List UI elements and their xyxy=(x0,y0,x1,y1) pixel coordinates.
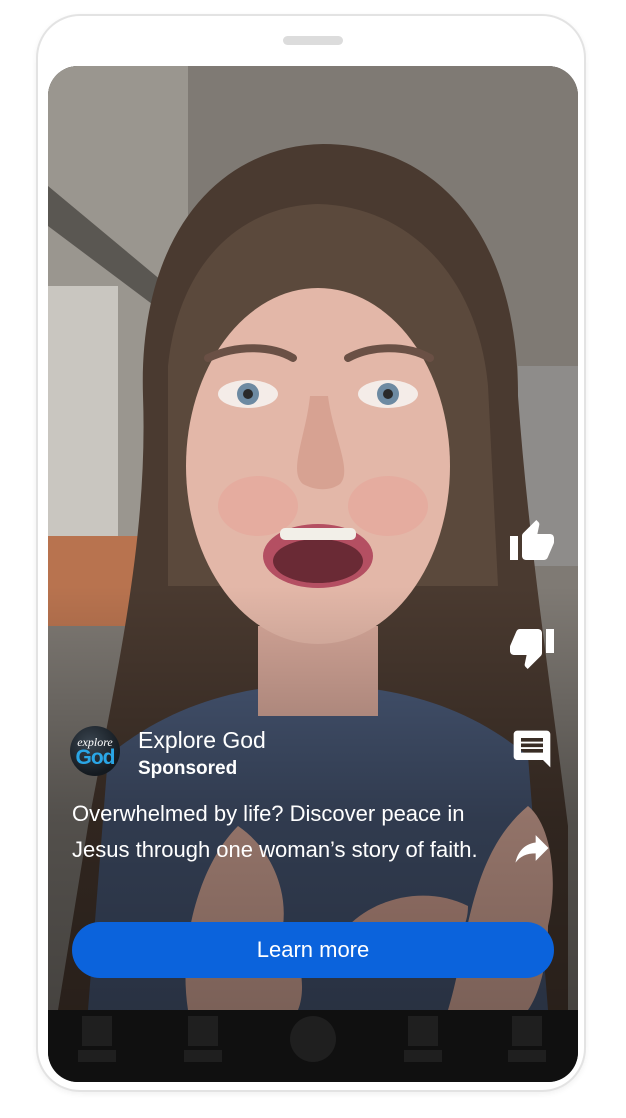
nav-item-5[interactable] xyxy=(508,1016,546,1062)
nav-placeholder-icon xyxy=(512,1016,542,1046)
nav-create-button[interactable] xyxy=(290,1016,336,1062)
nav-placeholder-label xyxy=(184,1050,222,1062)
dislike-button[interactable] xyxy=(506,621,558,673)
nav-item-1[interactable] xyxy=(78,1016,116,1062)
nav-placeholder-icon xyxy=(408,1016,438,1046)
channel-name[interactable]: Explore God xyxy=(138,726,266,754)
nav-placeholder-label xyxy=(78,1050,116,1062)
phone-frame: explore God Explore God Sponsored Overwh… xyxy=(36,14,586,1092)
thumbs-up-icon xyxy=(510,520,554,560)
ad-description: Overwhelmed by life? Discover peace in J… xyxy=(72,801,478,862)
shorts-screen: explore God Explore God Sponsored Overwh… xyxy=(48,66,578,1082)
share-icon xyxy=(515,835,549,863)
like-button[interactable] xyxy=(506,516,558,568)
avatar-logo-bottom: God xyxy=(75,746,116,769)
nav-placeholder-icon xyxy=(188,1016,218,1046)
phone-speaker xyxy=(283,36,343,45)
thumbs-down-icon xyxy=(510,629,554,669)
comment-icon xyxy=(513,730,551,768)
channel-info: explore God Explore God Sponsored xyxy=(70,722,470,782)
video-player[interactable] xyxy=(48,66,578,1010)
share-button[interactable] xyxy=(506,822,558,874)
sponsored-label: Sponsored xyxy=(138,758,238,779)
nav-item-2[interactable] xyxy=(184,1016,222,1062)
nav-placeholder-label xyxy=(508,1050,546,1062)
nav-placeholder-icon xyxy=(82,1016,112,1046)
bottom-nav-bar xyxy=(48,1010,578,1082)
channel-avatar[interactable]: explore God xyxy=(70,726,120,776)
comments-button[interactable] xyxy=(506,723,558,775)
nav-placeholder-label xyxy=(404,1050,442,1062)
nav-item-4[interactable] xyxy=(404,1016,442,1062)
learn-more-button[interactable]: Learn more xyxy=(72,922,554,978)
